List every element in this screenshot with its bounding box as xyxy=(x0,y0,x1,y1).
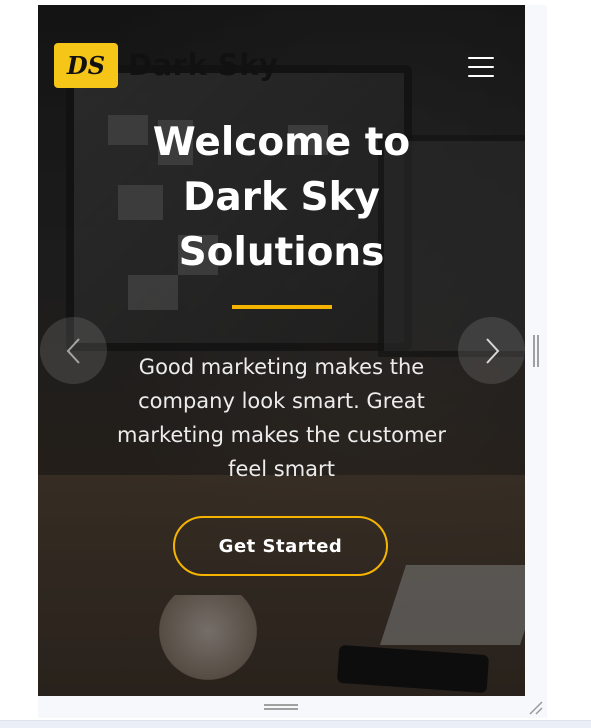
logo-mark: DS xyxy=(54,43,118,88)
menu-bar xyxy=(468,66,494,68)
menu-bar xyxy=(468,57,494,59)
hero-title-line: Dark Sky xyxy=(183,175,380,220)
chevron-right-icon xyxy=(485,337,499,364)
hero-title-line: Solutions xyxy=(178,230,385,275)
hero-title-line: Welcome to xyxy=(152,120,411,165)
resize-handle-bottom[interactable] xyxy=(264,704,298,710)
carousel-prev-button[interactable] xyxy=(40,317,107,384)
resize-corner-icon[interactable] xyxy=(528,700,544,716)
menu-bar xyxy=(468,75,494,77)
brand-logo[interactable]: DS Dark Sky xyxy=(54,43,278,88)
carousel-next-button[interactable] xyxy=(458,317,525,384)
hero-subtext: Good marketing makes the company look sm… xyxy=(117,355,446,481)
chevron-left-icon xyxy=(66,337,80,364)
hero-carousel: DS Dark Sky Welcome to Dark Sky Solution… xyxy=(38,5,525,696)
title-underline xyxy=(232,305,332,309)
resize-handle-right[interactable] xyxy=(533,335,539,367)
get-started-button[interactable]: Get Started xyxy=(173,516,388,576)
brand-name: Dark Sky xyxy=(128,48,279,82)
hamburger-menu-icon[interactable] xyxy=(468,57,494,79)
hero-title: Welcome to Dark Sky Solutions xyxy=(98,115,465,280)
